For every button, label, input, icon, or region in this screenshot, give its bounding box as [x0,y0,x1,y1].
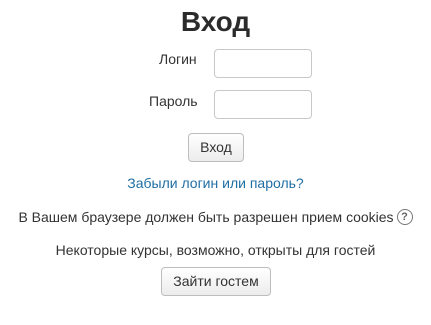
help-icon[interactable]: ? [396,208,413,225]
password-input[interactable] [214,90,312,119]
login-input[interactable] [214,49,312,78]
cookies-notice-text: В Вашем браузере должен быть разрешен пр… [18,209,394,225]
password-label: Пароль [149,93,198,109]
login-label: Логин [159,51,197,67]
cookies-notice-row: В Вашем браузере должен быть разрешен пр… [0,207,431,227]
login-button[interactable]: Вход [188,133,244,162]
forgot-password-link[interactable]: Забыли логин или пароль? [0,174,431,192]
guest-login-button[interactable]: Зайти гостем [161,267,271,296]
page-title: Вход [180,6,251,37]
guests-notice: Некоторые курсы, возможно, открыты для г… [55,242,376,258]
